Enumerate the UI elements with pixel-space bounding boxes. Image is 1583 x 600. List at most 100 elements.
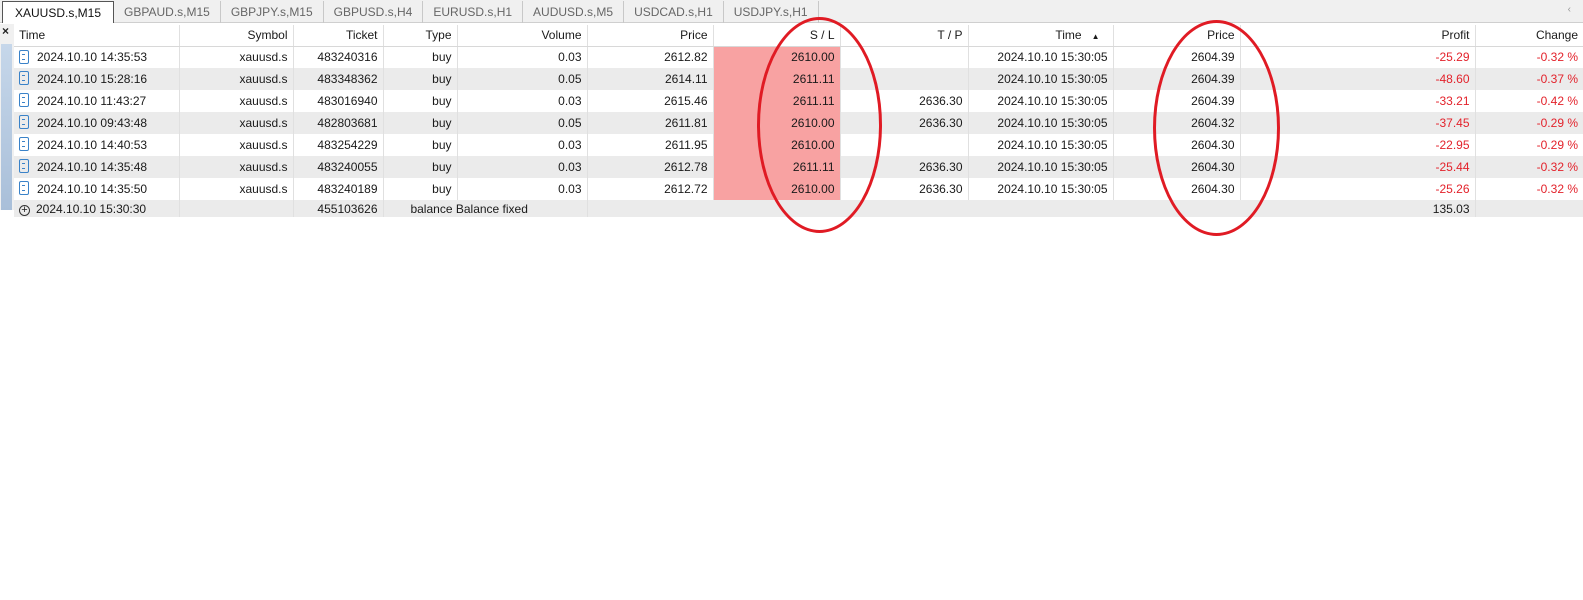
cell-time2: 2024.10.10 15:30:05 [968, 68, 1114, 90]
tab-xauusd-s-m15[interactable]: XAUUSD.s,M15 [2, 1, 115, 23]
annotation-circle-sl [757, 17, 882, 233]
cell-profit: -25.26 [1240, 178, 1476, 200]
cell-type: buy [383, 134, 458, 156]
cell-change: -0.29 % [1536, 138, 1578, 152]
cell-volume: 0.05 [457, 68, 588, 90]
cell-time: 2024.10.10 09:43:48 [14, 112, 180, 134]
cell-symbol: xauusd.s [179, 134, 294, 156]
cell-type: buy [383, 90, 458, 112]
cell-symbol [179, 200, 294, 217]
cell-ticket: 483016940 [293, 90, 384, 112]
col-volume[interactable]: Volume [457, 25, 588, 47]
order-document-icon [19, 159, 29, 174]
col-change[interactable]: Change [1475, 25, 1583, 47]
cell-change: -0.42 % [1536, 94, 1578, 108]
col-close-time-label: Time [1055, 28, 1082, 43]
cell-price: 2615.46 [587, 90, 714, 112]
cell-time: 2024.10.10 14:35:48 [14, 156, 180, 178]
close-icon[interactable]: × [2, 24, 9, 38]
cell-price: 2611.81 [587, 112, 714, 134]
chart-tabs: XAUUSD.s,M15 GBPAUD.s,M15 GBPJPY.s,M15 GBPU… [0, 0, 1583, 23]
cell-price: 2612.82 [587, 46, 714, 68]
cell-symbol: xauusd.s [179, 68, 294, 90]
cell-change: -0.32 % [1536, 50, 1578, 65]
cell-volume: 0.03 [457, 46, 588, 68]
cell-type: balance [410, 202, 453, 216]
order-document-icon [19, 115, 29, 130]
cell-profit: 135.03 [1240, 200, 1476, 217]
cell-time: 2024.10.10 15:28:16 [14, 68, 180, 90]
cell-price: 2612.78 [587, 156, 714, 178]
cell-ticket: 483240316 [293, 46, 384, 68]
cell-time2: 2024.10.10 15:30:05 [968, 46, 1114, 68]
cell-time2: 2024.10.10 15:30:05 [968, 156, 1114, 178]
col-price[interactable]: Price [587, 25, 714, 47]
cell-ticket: 482803681 [293, 112, 384, 134]
cell-type: buy [383, 112, 458, 134]
cell-ticket: 483240189 [293, 178, 384, 200]
cell-time: +2024.10.10 15:30:30 [14, 200, 180, 217]
cell-time2: 2024.10.10 15:30:05 [968, 134, 1114, 156]
cell-volume: 0.03 [457, 156, 588, 178]
cell-change: -0.32 % [1475, 156, 1583, 178]
cell-change: -0.32 % [1536, 182, 1578, 196]
col-ticket[interactable]: Ticket [293, 25, 384, 47]
cell-volume: 0.05 [457, 112, 588, 134]
cell-time2: 2024.10.10 15:30:05 [968, 178, 1114, 200]
col-time[interactable]: Time [14, 25, 180, 47]
cell-ticket: 483348362 [293, 68, 384, 90]
col-type[interactable]: Type [383, 25, 458, 47]
cell-change: -0.37 % [1475, 68, 1583, 90]
cell-symbol: xauusd.s [179, 90, 294, 112]
col-profit[interactable]: Profit [1240, 25, 1476, 47]
cell-time: 2024.10.10 14:40:53 [14, 134, 180, 156]
cell-time-text: 2024.10.10 14:40:53 [37, 137, 148, 152]
order-document-icon [19, 49, 29, 64]
tab-eurusd-s-h1[interactable]: EURUSD.s,H1 [423, 1, 524, 23]
col-symbol[interactable]: Symbol [179, 25, 294, 47]
tab-gbpjpy-s-m15[interactable]: GBPJPY.s,M15 [221, 1, 324, 23]
cell-time: 2024.10.10 14:35:53 [14, 46, 180, 68]
cell-price: 2612.72 [587, 178, 714, 200]
cell-symbol: xauusd.s [179, 46, 294, 68]
order-document-icon [19, 93, 29, 108]
cell-time2: 2024.10.10 15:30:05 [968, 112, 1114, 134]
cell-profit: -25.29 [1240, 46, 1476, 68]
cell-comment: Balance fixed [455, 202, 528, 216]
cell-time: 2024.10.10 14:35:50 [14, 178, 180, 200]
tab-scroll-left-icon[interactable]: ‹ [1568, 4, 1571, 15]
cell-ticket: 483254229 [293, 134, 384, 156]
expand-plus-icon[interactable]: + [19, 205, 30, 216]
cell-type-comment: balance Balance fixed [383, 200, 588, 217]
cell-time2: 2024.10.10 15:30:05 [968, 90, 1114, 112]
cell-time-text: 2024.10.10 14:35:50 [37, 181, 148, 196]
tab-usdcad-s-h1[interactable]: USDCAD.s,H1 [624, 1, 724, 23]
cell-type: buy [383, 178, 458, 200]
cell-type: buy [383, 46, 458, 68]
cell-type: buy [383, 156, 458, 178]
tab-audusd-s-m5[interactable]: AUDUSD.s,M5 [523, 1, 625, 23]
cell-symbol: xauusd.s [179, 112, 294, 134]
cell-time-text: 2024.10.10 14:35:48 [37, 159, 148, 174]
annotation-circle-price [1153, 20, 1280, 236]
tab-gbpaud-s-m15[interactable]: GBPAUD.s,M15 [114, 1, 221, 23]
order-document-icon [19, 181, 29, 196]
cell-symbol: xauusd.s [179, 156, 294, 178]
cell-change: -0.29 % [1475, 112, 1583, 134]
cell-volume: 0.03 [457, 90, 588, 112]
cell-time-text: 2024.10.10 15:30:30 [36, 202, 147, 216]
cell-time-text: 2024.10.10 09:43:48 [37, 115, 148, 130]
cell-type: buy [383, 68, 458, 90]
tab-gbpusd-s-h4[interactable]: GBPUSD.s,H4 [324, 1, 424, 23]
sort-ascending-icon: ▲ [1091, 32, 1100, 42]
toolbox-side-bar[interactable] [1, 44, 12, 210]
cell-change [1475, 200, 1583, 217]
col-close-time[interactable]: Time ▲ [968, 25, 1114, 47]
cell-symbol: xauusd.s [179, 178, 294, 200]
cell-price: 2611.95 [587, 134, 714, 156]
cell-volume: 0.03 [457, 178, 588, 200]
order-document-icon [19, 137, 29, 152]
order-document-icon [19, 71, 29, 86]
cell-price: 2614.11 [587, 68, 714, 90]
cell-time-text: 2024.10.10 14:35:53 [37, 49, 148, 64]
